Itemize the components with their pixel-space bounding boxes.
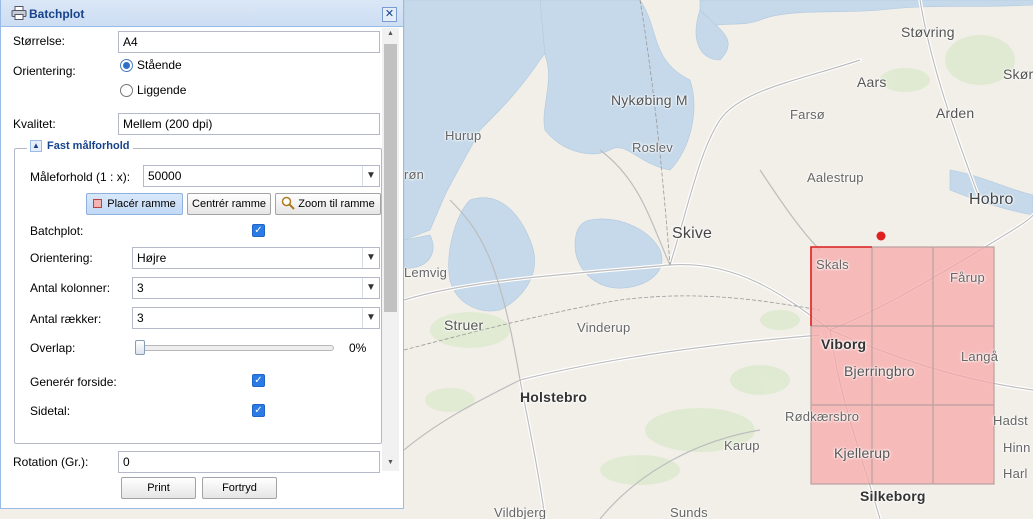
map-label: Skive	[672, 225, 713, 242]
columns-label: Antal kolonner:	[30, 281, 111, 295]
chevron-down-icon[interactable]: ▼	[362, 278, 379, 298]
map-label: Arden	[936, 105, 975, 121]
fieldset-legend[interactable]: ▲ Fast målforhold	[27, 140, 133, 152]
print-label: Print	[147, 482, 170, 494]
map-label: Skør	[1003, 66, 1033, 82]
map-label: Silkeborg	[860, 488, 926, 504]
map-label: Aars	[857, 74, 887, 90]
center-frame-label: Centrér ramme	[192, 198, 266, 210]
map-label: Farsø	[790, 107, 825, 122]
direction-label: Orientering:	[30, 251, 93, 265]
rows-combo[interactable]: 3 ▼	[132, 307, 380, 329]
map-label: Hadst	[993, 413, 1028, 428]
map-label: Nykøbing M	[611, 92, 688, 108]
fieldset-title: Fast målforhold	[47, 140, 130, 152]
overlap-label: Overlap:	[30, 341, 76, 355]
cover-label: Generér forside:	[30, 375, 117, 389]
printer-icon	[11, 6, 27, 20]
center-frame-button[interactable]: Centrér ramme	[187, 193, 271, 215]
cover-checkbox[interactable]: ✓	[252, 374, 265, 387]
batchplot-checkbox[interactable]: ✓	[252, 224, 265, 237]
panel-title: Batchplot	[29, 7, 85, 21]
map-label: Skals	[816, 257, 849, 272]
overlap-value: 0%	[349, 341, 367, 355]
quality-field[interactable]: Mellem (200 dpi)	[118, 113, 380, 135]
size-label: Størrelse:	[13, 34, 66, 48]
map-label: Rødkærsbro	[785, 409, 860, 424]
map-label: Roslev	[632, 140, 673, 155]
rotation-field[interactable]: 0	[118, 451, 380, 473]
scrollbar-thumb[interactable]	[384, 44, 397, 312]
map-label: Hurup	[445, 128, 482, 143]
map-label: Karup	[724, 438, 760, 453]
close-button[interactable]: ✕	[382, 7, 397, 22]
direction-value: Højre	[137, 251, 167, 265]
pagenum-label: Sidetal:	[30, 404, 71, 418]
cancel-button[interactable]: Fortryd	[202, 477, 277, 499]
map-label: Holstebro	[520, 389, 588, 405]
orientation-label: Orientering:	[13, 64, 76, 78]
print-button[interactable]: Print	[121, 477, 196, 499]
scale-value: 50000	[148, 169, 182, 183]
overlap-slider-thumb[interactable]	[135, 340, 145, 355]
columns-value: 3	[137, 281, 144, 295]
zoom-to-frame-label: Zoom til ramme	[298, 198, 375, 210]
rotation-value: 0	[123, 455, 130, 469]
rotation-label: Rotation (Gr.):	[13, 455, 89, 469]
map-label: Vildbjerg	[494, 505, 547, 519]
cancel-label: Fortryd	[222, 482, 257, 494]
place-frame-label: Placér ramme	[107, 198, 176, 210]
chevron-down-icon[interactable]: ▼	[362, 248, 379, 268]
map-label: Støvring	[901, 24, 955, 40]
chevron-down-icon[interactable]: ▼	[362, 166, 379, 186]
place-frame-button[interactable]: Placér ramme	[86, 193, 183, 215]
collapse-icon[interactable]: ▲	[30, 140, 42, 152]
scale-label: Måleforhold (1 : x):	[30, 170, 131, 184]
radio-landscape-label: Liggende	[137, 83, 187, 97]
rows-value: 3	[137, 311, 144, 325]
panel-header: Batchplot ✕	[1, 0, 403, 27]
map-label: Aalestrup	[807, 170, 864, 185]
radio-landscape[interactable]: Liggende	[120, 83, 186, 97]
size-field[interactable]: A4	[118, 31, 380, 53]
scroll-up-icon[interactable]: ▲	[384, 30, 397, 37]
scale-combo[interactable]: 50000 ▼	[143, 165, 380, 187]
direction-combo[interactable]: Højre ▼	[132, 247, 380, 269]
radio-portrait-circle[interactable]	[120, 58, 133, 72]
quality-value: Mellem (200 dpi)	[123, 117, 213, 131]
scroll-down-icon[interactable]: ▼	[384, 459, 397, 466]
radio-portrait-label: Stående	[137, 58, 182, 72]
map-label: Struer	[444, 317, 484, 333]
chevron-down-icon[interactable]: ▼	[362, 308, 379, 328]
map-label: Kjellerup	[834, 445, 891, 461]
columns-combo[interactable]: 3 ▼	[132, 277, 380, 299]
overlap-slider-track[interactable]	[138, 345, 334, 351]
map-label: Fårup	[950, 270, 985, 285]
map-label: Langå	[961, 349, 999, 364]
magnifier-icon	[282, 196, 296, 210]
frame-marker[interactable]	[876, 231, 886, 241]
rows-label: Antal rækker:	[30, 312, 102, 326]
quality-label: Kvalitet:	[13, 117, 56, 131]
batchplot-panel: Batchplot ✕ Størrelse: A4 Orientering: S…	[0, 0, 404, 509]
zoom-to-frame-button[interactable]: Zoom til ramme	[275, 193, 381, 215]
map-label: Harl	[1003, 466, 1028, 481]
map-label: røn	[404, 167, 425, 182]
map-label: Lemvig	[404, 265, 448, 280]
close-icon: ✕	[384, 8, 395, 20]
map-label: Viborg	[821, 336, 867, 352]
pagenum-checkbox[interactable]: ✓	[252, 404, 265, 417]
map-label: Vinderup	[577, 320, 631, 335]
map-label: Bjerringbro	[844, 363, 915, 379]
map-label: Hobro	[969, 191, 1014, 208]
size-value: A4	[123, 35, 138, 49]
map-label: Hinn	[1003, 440, 1031, 455]
frame-icon	[93, 199, 103, 208]
panel-body: Størrelse: A4 Orientering: Stående Ligge…	[1, 28, 403, 508]
batchplot-label: Batchplot:	[30, 224, 84, 238]
radio-portrait[interactable]: Stående	[120, 58, 182, 72]
map-label: Sunds	[670, 505, 708, 519]
radio-landscape-circle[interactable]	[120, 83, 133, 97]
